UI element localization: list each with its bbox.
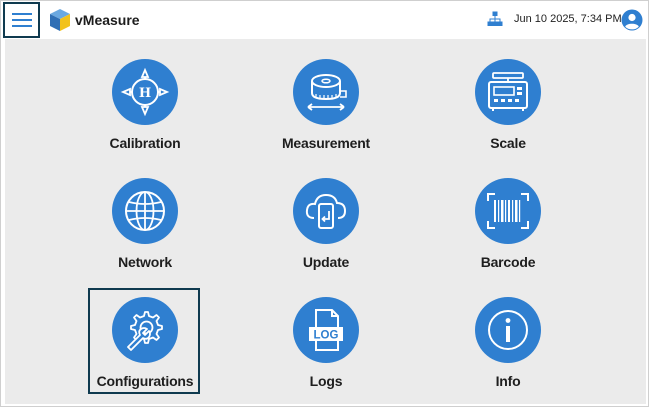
tile-update[interactable]: Update (271, 178, 381, 288)
cloud-device-update-icon (305, 193, 347, 229)
brand: vMeasure (49, 8, 140, 32)
tile-scale[interactable]: Scale (453, 59, 563, 169)
hamburger-menu-icon (11, 13, 32, 27)
user-avatar[interactable] (621, 9, 643, 36)
tile-logs[interactable]: LOG Logs (271, 297, 381, 407)
top-bar: vMeasure Jun 10 2025, 7:34 PM (1, 1, 648, 39)
tile-info[interactable]: Info (453, 297, 563, 407)
main-panel: H Calibration Measurement Scale Network … (5, 39, 646, 404)
network-button-circle (112, 178, 178, 244)
svg-text:LOG: LOG (314, 330, 339, 342)
update-button-circle (293, 178, 359, 244)
info-button-circle (475, 297, 541, 363)
tile-label-calibration: Calibration (109, 135, 181, 151)
tile-label-network: Network (118, 254, 172, 270)
user-avatar-icon (621, 9, 643, 31)
log-file-icon: LOG (309, 309, 343, 351)
cube-logo-icon (50, 9, 70, 31)
tile-configurations[interactable]: Configurations (90, 297, 200, 407)
tile-label-barcode: Barcode (480, 254, 536, 270)
tile-label-configurations: Configurations (96, 373, 194, 389)
tile-label-info: Info (495, 373, 521, 389)
svg-text:H: H (139, 86, 151, 101)
network-status[interactable] (487, 11, 503, 32)
tile-calibration[interactable]: H Calibration (90, 59, 200, 169)
app-window: vMeasure Jun 10 2025, 7:34 PM H Calibrat… (0, 0, 649, 407)
tile-label-update: Update (302, 254, 350, 270)
info-icon (488, 310, 528, 350)
tile-network[interactable]: Network (90, 178, 200, 288)
calibration-target-icon: H (120, 67, 170, 117)
measurement-button-circle (293, 59, 359, 125)
tile-label-logs: Logs (309, 373, 343, 389)
tile-barcode[interactable]: Barcode (453, 178, 563, 288)
tile-measurement[interactable]: Measurement (271, 59, 381, 169)
weighing-scale-icon (488, 72, 528, 111)
network-tree-icon (487, 11, 503, 26)
app-title: vMeasure (75, 12, 140, 28)
tile-label-measurement: Measurement (281, 135, 371, 151)
datetime-label: Jun 10 2025, 7:34 PM (514, 13, 622, 25)
tape-measure-icon (307, 74, 347, 111)
barcode-button-circle (475, 178, 541, 244)
calibration-button-circle: H (112, 59, 178, 125)
logs-button-circle: LOG (293, 297, 359, 363)
globe-icon (125, 191, 165, 231)
menu-button[interactable] (3, 2, 40, 38)
gear-wrench-icon (127, 311, 163, 351)
barcode-icon (487, 193, 529, 229)
tile-label-scale: Scale (490, 135, 526, 151)
configurations-button-circle (112, 297, 178, 363)
scale-button-circle (475, 59, 541, 125)
